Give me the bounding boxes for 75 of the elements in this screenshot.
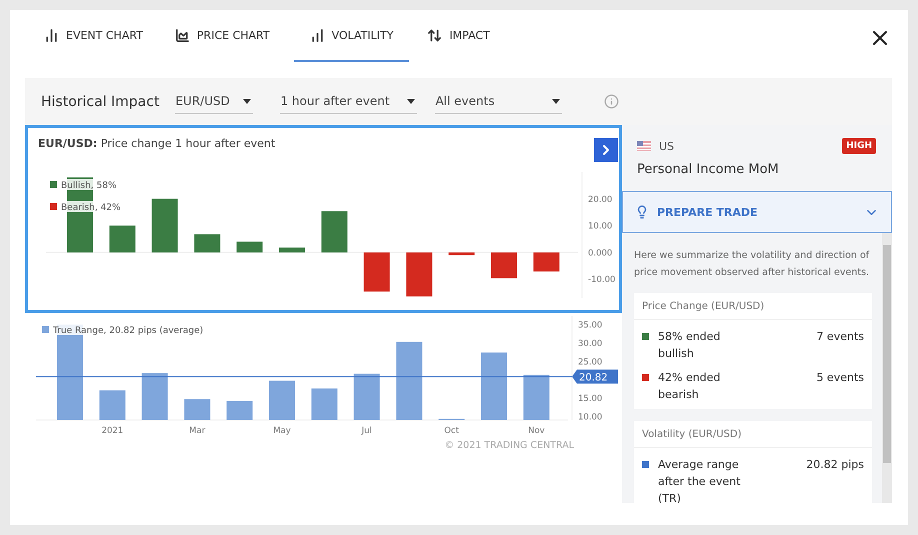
axis-label: -10.00 (588, 275, 616, 286)
tab[interactable]: VOLATILITY (294, 10, 410, 62)
bar (152, 198, 178, 252)
legend-item: Bearish, 42% (50, 203, 121, 213)
bar (269, 380, 295, 420)
bar (279, 248, 305, 252)
value-tag: 20.82 (572, 370, 618, 384)
tab[interactable]: EVENT CHART (28, 10, 159, 62)
tab[interactable]: IMPACT (411, 10, 506, 62)
bar (523, 374, 550, 420)
dropdown[interactable]: 1 hour after event (280, 90, 418, 114)
dropdown[interactable]: EUR/USD (175, 90, 254, 114)
card-title: Price Change (EUR/USD) (634, 293, 872, 320)
country-label: US (659, 140, 676, 152)
axis-label: Jul (362, 426, 372, 436)
axis-label: Mar (189, 426, 206, 436)
bar-chart-icon (44, 28, 59, 42)
stat-value: 7 events (816, 329, 864, 345)
bar (99, 390, 126, 420)
prepare-trade-toggle[interactable]: PREPARE TRADE (622, 191, 892, 233)
caret-icon (552, 98, 560, 104)
bar (533, 252, 560, 272)
bar (406, 252, 432, 296)
bar (236, 242, 263, 252)
chart-title: EUR/USD: Price change 1 hour after event (38, 137, 276, 150)
legend-item: Bullish, 58% (50, 181, 116, 191)
bar (354, 374, 380, 420)
axis-label: 2021 (102, 426, 124, 436)
lightbulb-icon (635, 205, 649, 219)
tab[interactable]: PRICE CHART (158, 10, 286, 62)
copyright: © 2021 TRADING CENTRAL (444, 440, 574, 451)
axis-label: Nov (528, 426, 545, 436)
legend-label: Bearish, 42% (61, 203, 121, 213)
bar (481, 352, 507, 420)
section-title: Historical Impact (41, 94, 160, 110)
axis-label: 35.00 (578, 320, 602, 331)
up-down-arrows-icon (427, 28, 442, 42)
bar (311, 388, 338, 420)
bar (142, 373, 168, 420)
summary-text: Here we summarize the volatility and direction of price movement observed after historical events. (634, 249, 870, 280)
stat-label: 58% ended bullish (658, 329, 722, 362)
bar (448, 252, 475, 256)
dropdown[interactable]: All events (435, 90, 562, 114)
bar (321, 211, 348, 252)
bar (226, 400, 253, 420)
axis-label: 0.000 (588, 248, 612, 258)
signal-bars-icon (310, 28, 325, 42)
axis-label: 15.00 (578, 394, 602, 404)
stat-label: 42% ended bearish (658, 370, 722, 403)
next-button[interactable] (594, 138, 618, 162)
axis-label: 10.00 (578, 412, 602, 422)
bar (194, 234, 220, 252)
axis-label: 30.00 (578, 339, 602, 349)
bar (184, 399, 210, 420)
ref-line-label: 20.82 (579, 372, 608, 384)
stat-value: 5 events (816, 370, 864, 386)
legend-label: Bullish, 58% (61, 181, 117, 191)
axis-label: 20.00 (588, 194, 612, 205)
legend-item: True Range, 20.82 pips (average) (42, 326, 204, 336)
scrollbar[interactable] (882, 233, 892, 503)
bar (491, 252, 517, 278)
axis-label: Oct (444, 426, 459, 436)
bar (364, 252, 390, 292)
bar (109, 226, 136, 252)
axis-label: 25.00 (578, 357, 602, 368)
impact-badge: HIGH (842, 138, 876, 154)
flag-icon (637, 141, 651, 151)
area-chart-icon (174, 28, 190, 42)
caret-icon (243, 98, 252, 104)
axis-label: 10.00 (588, 222, 612, 232)
stat-value: 20.82 pips (806, 457, 864, 473)
caret-icon (407, 98, 416, 104)
card-title: Volatility (EUR/USD) (634, 421, 872, 448)
axis-label: May (273, 426, 291, 436)
event-name: Personal Income MoM (637, 162, 780, 177)
